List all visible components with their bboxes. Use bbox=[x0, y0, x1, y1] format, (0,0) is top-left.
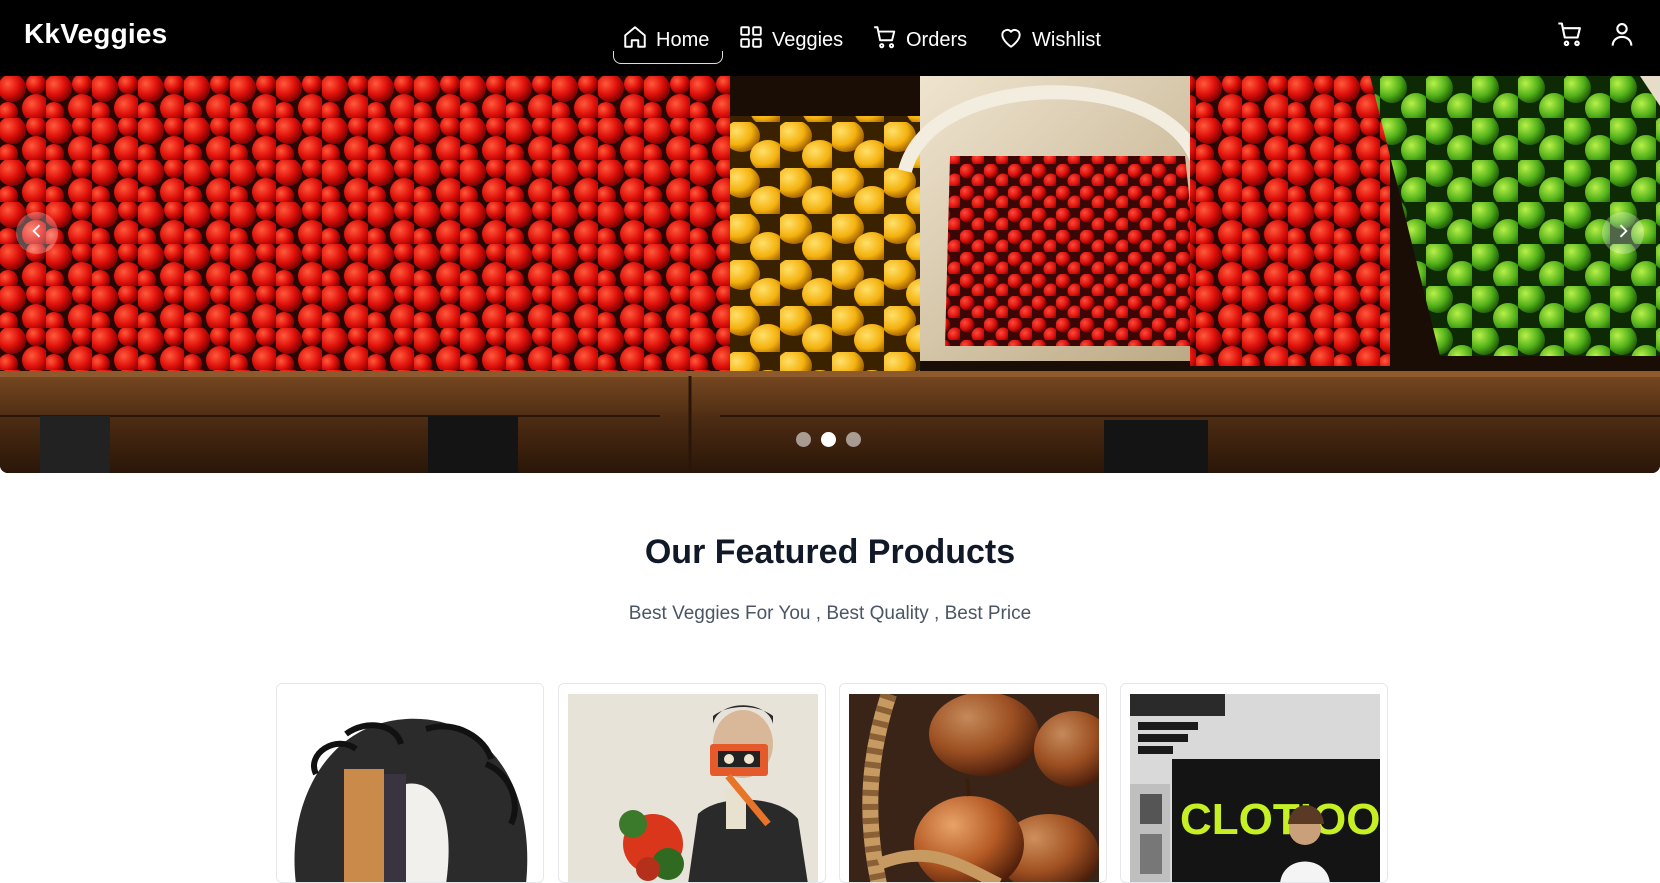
product-image: CLOTIOO bbox=[1130, 694, 1380, 882]
nav-orders-label: Orders bbox=[906, 28, 968, 51]
nav-veggies-label: Veggies bbox=[772, 28, 844, 51]
carousel-indicators bbox=[796, 432, 861, 447]
header-user-button[interactable] bbox=[1606, 20, 1638, 52]
hero-carousel bbox=[0, 76, 1660, 473]
chevron-left-icon bbox=[27, 221, 47, 246]
product-image-text: CLOTIOO bbox=[1180, 795, 1380, 844]
chevron-right-icon bbox=[1613, 221, 1633, 246]
brand-logo[interactable]: KkVeggies bbox=[24, 18, 167, 50]
hero-slide-image bbox=[0, 76, 1660, 473]
product-image bbox=[849, 694, 1099, 882]
product-card[interactable]: CLOTIOO bbox=[1120, 683, 1388, 883]
carousel-next-button[interactable] bbox=[1602, 212, 1644, 254]
featured-title: Our Featured Products bbox=[644, 533, 1016, 571]
top-navbar: KkVeggies Home Veggies Orders Wishlist bbox=[0, 0, 1660, 76]
header-cart-button[interactable] bbox=[1554, 20, 1586, 52]
carousel-dot-3[interactable] bbox=[846, 432, 861, 447]
product-card[interactable] bbox=[839, 683, 1107, 883]
product-image bbox=[568, 694, 818, 882]
product-image bbox=[286, 694, 536, 882]
heart-icon bbox=[998, 24, 1024, 56]
nav-orders[interactable]: Orders bbox=[872, 18, 967, 62]
cart-icon bbox=[872, 24, 898, 56]
home-icon bbox=[622, 24, 648, 56]
nav-wishlist-label: Wishlist bbox=[1032, 28, 1101, 51]
carousel-prev-button[interactable] bbox=[16, 212, 58, 254]
user-icon bbox=[1608, 20, 1636, 53]
carousel-dot-2[interactable] bbox=[821, 432, 836, 447]
carousel-dot-1[interactable] bbox=[796, 432, 811, 447]
featured-subtitle: Best Veggies For You , Best Quality , Be… bbox=[628, 603, 1032, 624]
nav-wishlist[interactable]: Wishlist bbox=[998, 18, 1101, 62]
grid-icon bbox=[738, 24, 764, 56]
product-card[interactable] bbox=[276, 683, 544, 883]
nav-veggies[interactable]: Veggies bbox=[738, 18, 843, 62]
nav-home-label: Home bbox=[656, 28, 710, 51]
cart-icon bbox=[1556, 20, 1584, 53]
product-card[interactable] bbox=[558, 683, 826, 883]
nav-home[interactable]: Home bbox=[613, 18, 723, 64]
